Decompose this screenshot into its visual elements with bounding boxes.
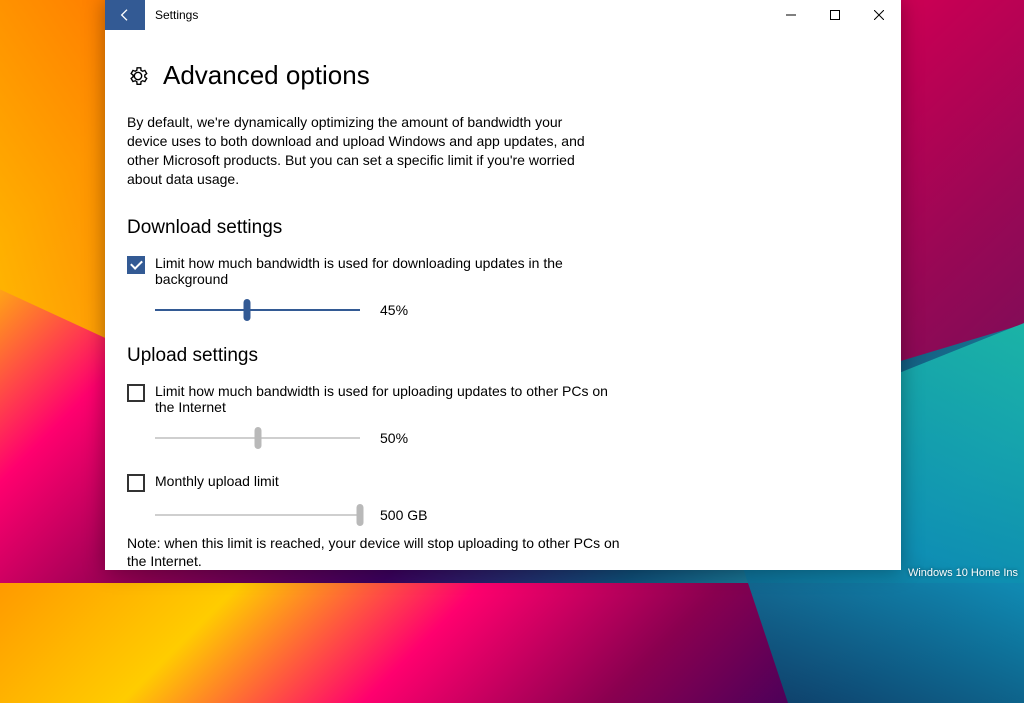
monthly-limit-option[interactable]: Monthly upload limit xyxy=(127,473,627,492)
upload-slider-value: 50% xyxy=(380,430,408,446)
minimize-icon xyxy=(786,10,796,20)
close-icon xyxy=(874,10,884,20)
download-limit-option[interactable]: Limit how much bandwidth is used for dow… xyxy=(127,255,627,287)
maximize-icon xyxy=(830,10,840,20)
gear-icon xyxy=(127,65,149,87)
upload-note: Note: when this limit is reached, your d… xyxy=(127,534,627,570)
desktop-watermark: Windows 10 Home Ins xyxy=(908,567,1018,579)
titlebar: Settings xyxy=(105,0,901,30)
download-limit-checkbox[interactable] xyxy=(127,256,145,274)
download-heading: Download settings xyxy=(127,217,879,239)
close-button[interactable] xyxy=(857,0,901,30)
window-title: Settings xyxy=(145,0,769,30)
upload-heading: Upload settings xyxy=(127,345,879,367)
upload-limit-checkbox[interactable] xyxy=(127,384,145,402)
monthly-slider-value: 500 GB xyxy=(380,507,427,523)
upload-limit-option[interactable]: Limit how much bandwidth is used for upl… xyxy=(127,383,627,415)
monthly-limit-checkbox[interactable] xyxy=(127,474,145,492)
intro-text: By default, we're dynamically optimizing… xyxy=(127,113,592,189)
minimize-button[interactable] xyxy=(769,0,813,30)
arrow-left-icon xyxy=(117,7,133,23)
back-button[interactable] xyxy=(105,0,145,30)
upload-bandwidth-slider[interactable] xyxy=(155,429,360,447)
download-limit-label: Limit how much bandwidth is used for dow… xyxy=(155,255,627,287)
monthly-limit-label: Monthly upload limit xyxy=(155,473,279,489)
download-bandwidth-slider[interactable] xyxy=(155,301,360,319)
maximize-button[interactable] xyxy=(813,0,857,30)
monthly-limit-slider[interactable] xyxy=(155,506,360,524)
download-slider-value: 45% xyxy=(380,302,408,318)
upload-limit-label: Limit how much bandwidth is used for upl… xyxy=(155,383,627,415)
page-title: Advanced options xyxy=(163,60,370,91)
settings-window: Settings Advanced options By default, we… xyxy=(105,0,901,570)
